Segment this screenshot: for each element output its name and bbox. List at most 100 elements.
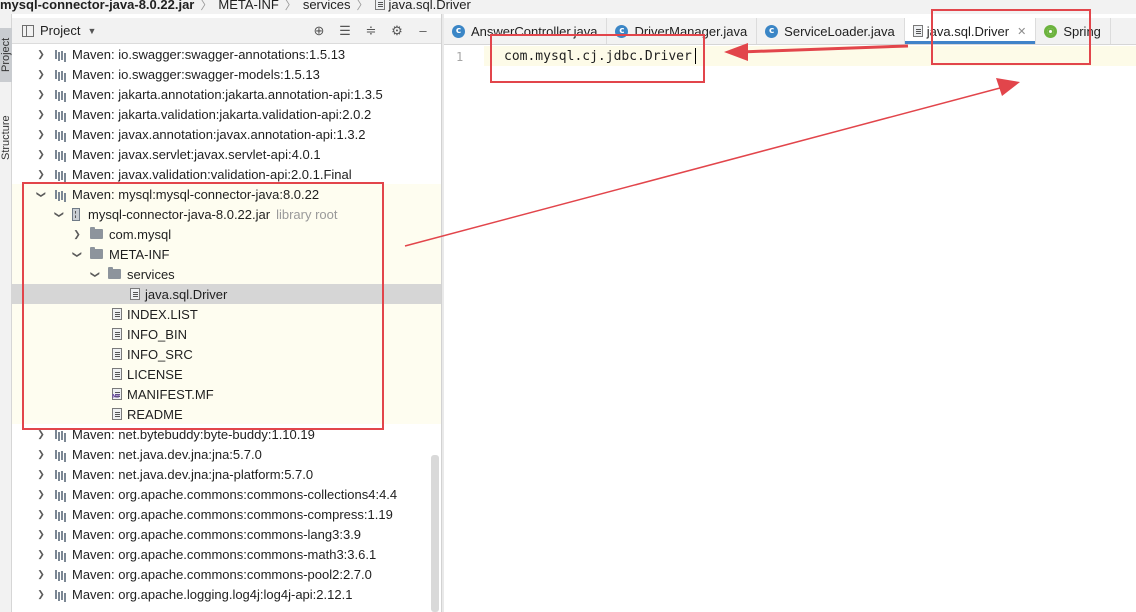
code-line-text[interactable]: com.mysql.cj.jdbc.Driver [504,49,692,64]
chevron-right-icon[interactable]: ❯ [36,549,46,560]
tree-row-library[interactable]: ❯ Maven: jakarta.annotation:jakarta.anno… [12,84,441,104]
library-icon [54,449,66,459]
chevron-down-icon[interactable]: ▼ [87,26,96,36]
project-tool-tab[interactable]: Project [0,28,12,82]
tree-row-library[interactable]: ❯ Maven: org.apache.logging.log4j:log4j-… [12,584,441,604]
text-caret [695,48,696,64]
tree-row-library[interactable]: ❯ Maven: net.java.dev.jna:jna-platform:5… [12,464,441,484]
tree-row-label: java.sql.Driver [145,286,228,302]
editor-area[interactable]: 1 com.mysql.cj.jdbc.Driver [444,45,1136,612]
chevron-right-icon[interactable]: ❯ [36,529,46,540]
minimize-icon[interactable]: – [415,23,431,39]
tree-row-file-selected[interactable]: java.sql.Driver [12,284,441,304]
tree-row-label: Maven: org.apache.commons:commons-lang3:… [72,526,362,542]
tree-row-label: README [127,406,183,422]
tree-row-jar[interactable]: ❯ mysql-connector-java-8.0.22.jar librar… [12,204,441,224]
chevron-right-icon[interactable]: ❯ [36,469,46,480]
chevron-right-icon[interactable]: ❯ [36,449,46,460]
library-icon [54,569,66,579]
folder-icon [90,227,103,239]
breadcrumb-jar[interactable]: mysql-connector-java-8.0.22.jar [0,0,194,12]
library-icon [54,549,66,559]
tree-row-label: Maven: net.bytebuddy:byte-buddy:1.10.19 [72,426,315,442]
chevron-down-icon[interactable]: ❯ [90,269,101,279]
library-icon [54,149,66,159]
chevron-right-icon[interactable]: ❯ [36,489,46,500]
tree-row-library[interactable]: ❯ Maven: org.apache.commons:commons-lang… [12,524,441,544]
tree-row-package[interactable]: ❯ com.mysql [12,224,441,244]
tree-row-file[interactable]: LICENSE [12,364,441,384]
chevron-right-icon[interactable]: ❯ [36,149,46,160]
chevron-down-icon[interactable]: ❯ [54,209,65,219]
chevron-right-icon[interactable]: ❯ [36,589,46,600]
tree-row-file[interactable]: INDEX.LIST [12,304,441,324]
tree-scrollbar[interactable] [431,455,439,612]
tree-row-library[interactable]: ❯ Maven: io.swagger:swagger-annotations:… [12,44,441,64]
library-root-hint: library root [276,206,338,222]
tree-row-library[interactable]: ❯ Maven: net.java.dev.jna:jna:5.7.0 [12,444,441,464]
chevron-right-icon[interactable]: ❯ [36,569,46,580]
tree-row-label: services [127,266,175,282]
chevron-right-icon[interactable]: ❯ [36,509,46,520]
tree-row-library[interactable]: ❯ Maven: org.apache.commons:commons-comp… [12,504,441,524]
tab-driver-manager[interactable]: c DriverManager.java [607,18,758,44]
library-icon [54,49,66,59]
chevron-right-icon[interactable]: ❯ [36,429,46,440]
tree-row-label: Maven: javax.validation:validation-api:2… [72,166,352,182]
library-icon [54,169,66,179]
tab-service-loader[interactable]: c ServiceLoader.java [757,18,905,44]
collapse-all-icon[interactable]: ☰ [337,23,353,39]
tab-answer-controller[interactable]: c AnswerController.java [444,18,608,44]
chevron-right-icon[interactable]: ❯ [36,49,46,60]
text-file-icon [912,25,923,37]
tree-row-library[interactable]: ❯ Maven: javax.servlet:javax.servlet-api… [12,144,441,164]
tree-row-library[interactable]: ❯ Maven: org.apache.commons:commons-pool… [12,564,441,584]
tree-row-label: Maven: io.swagger:swagger-models:1.5.13 [72,66,320,82]
project-view-selector[interactable]: Project [40,23,80,38]
tab-label: DriverManager.java [634,23,748,39]
chevron-right-icon[interactable]: ❯ [36,89,46,100]
tree-row-label: Maven: net.java.dev.jna:jna-platform:5.7… [72,466,314,482]
tree-row-library-expanded[interactable]: ❯ Maven: mysql:mysql-connector-java:8.0.… [12,184,441,204]
folder-icon [108,267,121,279]
chevron-right-icon[interactable]: ❯ [36,129,46,140]
chevron-right-icon[interactable]: ❯ [36,109,46,120]
tree-row-file[interactable]: MANIFEST.MF [12,384,441,404]
tree-row-folder[interactable]: ❯ META-INF [12,244,441,264]
tree-row-label: INFO_BIN [127,326,187,342]
breadcrumb-services[interactable]: services [303,0,351,12]
breadcrumb-driver-file[interactable]: java.sql.Driver [389,0,471,12]
tree-row-file[interactable]: README [12,404,441,424]
chevron-down-icon[interactable]: ❯ [72,249,83,259]
tab-spring[interactable]: Spring [1036,18,1111,44]
tree-row-label: Maven: mysql:mysql-connector-java:8.0.22 [72,186,320,202]
gear-icon[interactable]: ⚙ [389,23,405,39]
chevron-right-icon[interactable]: ❯ [72,229,82,240]
tree-row-file[interactable]: INFO_SRC [12,344,441,364]
tree-row-label: Maven: org.apache.commons:commons-pool2:… [72,566,372,582]
manifest-file-icon [112,388,122,400]
tree-row-library[interactable]: ❯ Maven: io.swagger:swagger-models:1.5.1… [12,64,441,84]
library-icon [54,189,66,199]
tree-row-library[interactable]: ❯ Maven: javax.annotation:javax.annotati… [12,124,441,144]
class-icon: c [452,24,465,38]
breadcrumb-separator-icon: 〉 [200,0,213,12]
tree-row-folder[interactable]: ❯ services [12,264,441,284]
expand-all-icon[interactable]: ≑ [363,23,379,39]
tree-row-library[interactable]: ❯ Maven: org.apache.commons:commons-coll… [12,484,441,504]
chevron-right-icon[interactable]: ❯ [36,169,46,180]
tree-row-library[interactable]: ❯ Maven: org.apache.commons:commons-math… [12,544,441,564]
chevron-right-icon[interactable]: ❯ [36,69,46,80]
breadcrumb-meta-inf[interactable]: META-INF [218,0,278,12]
tab-java-sql-driver[interactable]: java.sql.Driver ✕ [904,18,1037,44]
structure-tool-tab[interactable]: Structure [0,109,12,167]
close-icon[interactable]: ✕ [1017,25,1026,38]
tree-row-library[interactable]: ❯ Maven: jakarta.validation:jakarta.vali… [12,104,441,124]
chevron-down-icon[interactable]: ❯ [36,189,47,199]
tree-row-library[interactable]: ❯ Maven: javax.validation:validation-api… [12,164,441,184]
folder-icon [90,247,103,259]
tree-row-label: Maven: net.java.dev.jna:jna:5.7.0 [72,446,262,462]
locate-target-icon[interactable]: ⊕ [311,23,327,39]
tree-row-file[interactable]: INFO_BIN [12,324,441,344]
tree-row-library[interactable]: ❯ Maven: net.bytebuddy:byte-buddy:1.10.1… [12,424,441,444]
